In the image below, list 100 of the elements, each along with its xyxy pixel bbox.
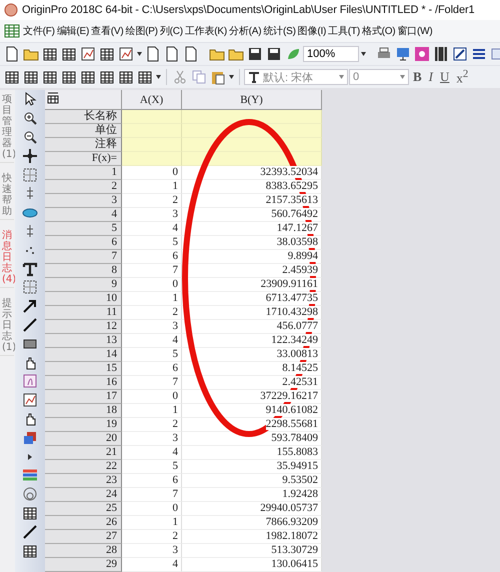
font-size-dropdown[interactable]: 0	[349, 69, 409, 85]
circle-icon[interactable]	[22, 486, 38, 502]
table-cell: 37229.16217	[260, 390, 318, 402]
table-icon[interactable]	[80, 69, 96, 85]
caret-icon[interactable]	[137, 52, 142, 56]
table-icon[interactable]	[99, 69, 115, 85]
function-icon[interactable]	[22, 373, 38, 390]
dotted-square-icon[interactable]	[22, 166, 38, 183]
table-icon[interactable]	[4, 69, 20, 85]
table-cell: 2	[122, 418, 182, 432]
caret-icon[interactable]	[361, 52, 366, 56]
table-cell: 0	[122, 502, 182, 516]
caret-icon[interactable]	[229, 75, 234, 79]
table-cell: 4	[122, 558, 182, 572]
menu-item[interactable]: 格式(O)	[362, 24, 396, 38]
table-icon[interactable]	[61, 69, 77, 85]
table-icon[interactable]	[22, 542, 38, 559]
superscript-button[interactable]: x$^{2}$	[453, 68, 472, 86]
menu-item[interactable]: 列(C)	[160, 24, 183, 38]
row-number: 20	[45, 432, 122, 446]
crosshair-icon[interactable]	[22, 148, 38, 164]
table-icon[interactable]	[42, 46, 58, 62]
table-cell: 2	[122, 194, 182, 208]
underline-button[interactable]: U	[437, 68, 452, 86]
table-cell: 6	[122, 362, 182, 376]
line-icon[interactable]	[22, 524, 38, 540]
side-panel-tab[interactable]: 项目管理器 (1)	[0, 92, 14, 163]
line-icon[interactable]	[22, 316, 38, 333]
label-cell[interactable]	[182, 110, 322, 124]
zoom-dropdown[interactable]: 100%	[303, 46, 359, 62]
graph-icon[interactable]	[80, 46, 96, 62]
table-cell: 5	[122, 348, 182, 362]
table-icon[interactable]	[99, 46, 115, 62]
new-document-icon[interactable]	[145, 46, 161, 62]
worksheet-corner[interactable]	[45, 90, 122, 110]
color-bars-icon[interactable]	[22, 467, 38, 484]
side-panel-tab[interactable]: 消息日志 (4)	[0, 228, 14, 288]
side-panel-tab[interactable]: 提示日志 (1)	[0, 296, 14, 356]
expand-icon[interactable]	[27, 454, 33, 460]
label-cell[interactable]	[122, 124, 182, 138]
row-number: 1	[45, 166, 122, 180]
save-icon[interactable]	[247, 46, 263, 62]
bars-icon[interactable]	[471, 46, 487, 62]
row-number: 24	[45, 488, 122, 502]
label-cell[interactable]	[122, 138, 182, 152]
text-tool-icon[interactable]	[22, 260, 38, 277]
row-number: 27	[45, 530, 122, 544]
table-icon[interactable]	[118, 69, 134, 85]
table-cell: 8.14525	[282, 362, 318, 374]
row-number: 15	[45, 362, 122, 376]
menu-item[interactable]: 工具(T)	[328, 24, 360, 38]
table-cell: 6	[122, 250, 182, 264]
italic-button[interactable]: I	[426, 68, 436, 86]
column-header[interactable]: B(Y)	[182, 90, 322, 110]
graph-icon[interactable]	[118, 46, 134, 62]
film-icon[interactable]	[433, 46, 449, 62]
label-cell[interactable]	[122, 110, 182, 124]
table-cell: 35.94915	[276, 460, 318, 472]
layers-icon[interactable]	[22, 430, 38, 446]
column-header[interactable]: A(X)	[122, 90, 182, 110]
menu-item[interactable]: 文件(F)	[23, 24, 55, 38]
worksheet-icon[interactable]	[4, 23, 20, 39]
graph-icon[interactable]	[22, 392, 38, 408]
menu-item[interactable]: 工作表(K)	[184, 24, 228, 38]
arrow-icon[interactable]	[22, 298, 38, 314]
square-icon[interactable]	[414, 46, 430, 62]
table-cell: 33.00813	[276, 348, 318, 360]
paste-icon[interactable]	[210, 69, 226, 85]
caret-icon[interactable]	[156, 75, 161, 79]
zoom-in-icon[interactable]	[22, 110, 38, 126]
menu-item[interactable]: 窗口(W)	[397, 24, 433, 38]
menu-item[interactable]: 编辑(E)	[56, 24, 90, 38]
table-icon[interactable]	[61, 46, 77, 62]
menu-item[interactable]: 查看(V)	[91, 24, 124, 38]
table-cell: 6713.47735	[266, 292, 318, 304]
table-cell: 122.34249	[271, 334, 318, 346]
label-cell[interactable]	[182, 138, 322, 152]
label-cell[interactable]	[122, 152, 182, 166]
menu-item[interactable]: 分析(A)	[229, 24, 262, 38]
table-icon[interactable]	[22, 504, 38, 521]
table-cell: 593.78409	[271, 432, 318, 444]
table-icon[interactable]	[137, 69, 153, 85]
zoom-out-icon[interactable]	[22, 128, 38, 145]
menu-item[interactable]: 绘图(P)	[125, 24, 158, 38]
dotted-square-icon[interactable]	[22, 279, 38, 296]
new-document-icon[interactable]	[183, 46, 199, 62]
table-icon[interactable]	[42, 69, 58, 85]
pen-icon[interactable]	[452, 46, 468, 62]
font-dropdown[interactable]: 默认: 宋体	[244, 69, 348, 85]
label-cell[interactable]	[182, 152, 322, 166]
menu-item[interactable]: 图像(I)	[298, 24, 326, 38]
table-cell: 1	[122, 292, 182, 306]
bold-button[interactable]: B	[410, 68, 425, 86]
monitor-icon[interactable]	[395, 46, 411, 62]
save-icon[interactable]	[266, 46, 282, 62]
table-icon[interactable]	[23, 69, 39, 85]
side-panel-tab[interactable]: 快速帮助	[0, 171, 14, 220]
menu-item[interactable]: 统计(S)	[263, 24, 296, 38]
new-document-icon[interactable]	[164, 46, 180, 62]
new-document-icon[interactable]	[4, 46, 20, 62]
